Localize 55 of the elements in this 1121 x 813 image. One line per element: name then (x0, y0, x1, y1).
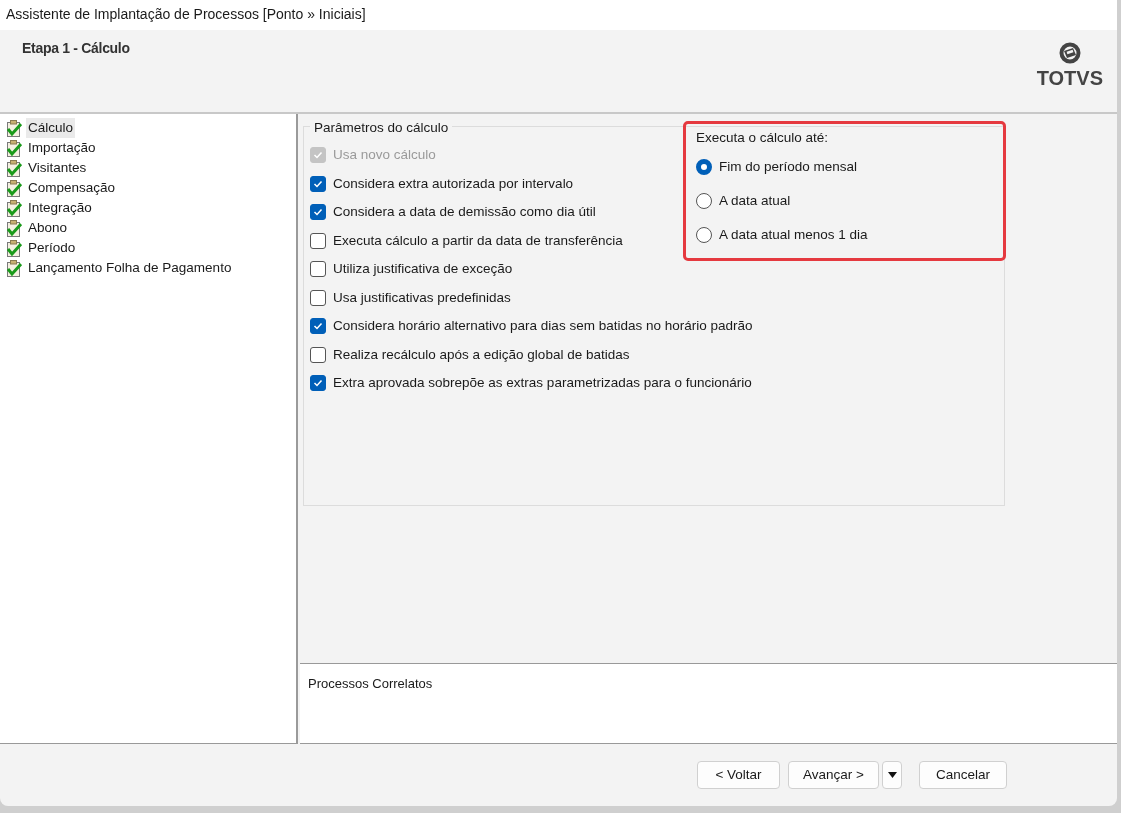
step-item[interactable]: Cálculo (26, 117, 76, 139)
checkmark-icon (313, 207, 323, 218)
checkbox-label: Usa justificativas predefinidas (333, 288, 511, 307)
radio-button[interactable] (696, 159, 712, 176)
checkmark-icon (313, 150, 323, 161)
checkmark-icon (313, 378, 323, 389)
step-item[interactable]: Período (26, 237, 78, 259)
checkbox[interactable] (310, 375, 326, 392)
checkbox-label: Extra aprovada sobrepõe as extras parametrizadas para o funcionário (333, 374, 752, 393)
checkbox-label: Utiliza justificativa de exceção (333, 260, 513, 279)
radio-label: A data atual (719, 192, 791, 211)
clipboard-check-icon (6, 219, 22, 237)
dropdown-button[interactable] (882, 761, 902, 789)
radio-label: Fim do período mensal (719, 158, 858, 177)
checkbox-label: Usa novo cálculo (333, 146, 436, 165)
step-item[interactable]: Integração (26, 197, 94, 219)
step-item[interactable]: Abono (26, 217, 70, 239)
wizard-button[interactable]: Avançar > (788, 761, 879, 789)
checkbox-label: Realiza recálculo após a edição global de batidas (333, 345, 630, 364)
step-item[interactable]: Importação (26, 137, 98, 159)
clipboard-check-icon (6, 239, 22, 257)
checkbox[interactable] (310, 289, 326, 306)
step-title: Etapa 1 - Cálculo (22, 39, 130, 58)
radio-button[interactable] (696, 227, 712, 244)
checkbox[interactable] (310, 204, 326, 221)
checkbox-label: Considera a data de demissão como dia útil (333, 203, 596, 222)
step-item[interactable]: Lançamento Folha de Pagamento (26, 257, 234, 279)
step-item[interactable]: Visitantes (26, 157, 89, 179)
checkbox-label: Executa cálculo a partir da data de transferência (333, 231, 623, 250)
checkbox-label: Considera horário alternativo para dias sem batidas no horário padrão (333, 317, 753, 336)
logo-text: TOTVS (1036, 68, 1103, 88)
radio-label: A data atual menos 1 dia (719, 226, 868, 245)
checkbox[interactable] (310, 318, 326, 335)
step-item[interactable]: Compensação (26, 177, 118, 199)
clipboard-check-icon (6, 159, 22, 177)
checkbox[interactable] (310, 232, 326, 249)
checkbox[interactable] (310, 261, 326, 278)
checkmark-icon (313, 321, 323, 332)
clipboard-check-icon (6, 119, 22, 137)
checkbox[interactable] (310, 175, 326, 192)
checkmark-icon (313, 178, 323, 189)
related-processes-title: Processos Correlatos (308, 675, 434, 693)
checkbox[interactable] (310, 346, 326, 363)
wizard-button[interactable]: < Voltar (697, 761, 780, 789)
clipboard-check-icon (6, 199, 22, 217)
clipboard-check-icon (6, 259, 22, 277)
clipboard-check-icon (6, 139, 22, 157)
caret-icon (887, 772, 897, 779)
wizard-button[interactable]: Cancelar (919, 761, 1007, 789)
clipboard-check-icon (6, 179, 22, 197)
window-title: Assistente de Implantação de Processos [Ponto » Iniciais] (0, 0, 1117, 30)
checkbox-label: Considera extra autorizada por intervalo (333, 174, 574, 193)
logo-icon (1058, 42, 1081, 64)
radio-button[interactable] (696, 193, 712, 210)
radio-group-title: Executa o cálculo até: (696, 129, 830, 147)
